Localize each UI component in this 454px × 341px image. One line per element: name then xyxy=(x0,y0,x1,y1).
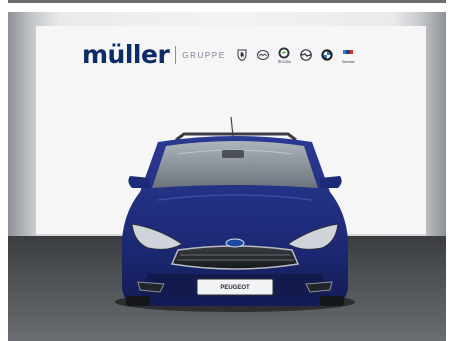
car-foglight-left xyxy=(137,281,165,293)
top-strip xyxy=(8,0,446,3)
car-foglight-right xyxy=(305,281,333,293)
car-tire-right xyxy=(320,296,344,306)
listing-image-frame: müller GRUPPE ŠKODA Service PEUGEOT xyxy=(0,0,454,341)
car-rearview-mirror xyxy=(222,150,244,158)
ford-oval-icon xyxy=(225,238,245,248)
car-mirror-left xyxy=(128,176,150,188)
car-mirror-right xyxy=(320,176,342,188)
car-windshield xyxy=(152,141,318,188)
license-plate-text: PEUGEOT xyxy=(220,285,250,291)
car-photo: müller GRUPPE ŠKODA Service PEUGEOT xyxy=(8,12,446,341)
car-grille xyxy=(170,245,300,270)
car-tire-left xyxy=(126,296,150,306)
car-front-view: PEUGEOT xyxy=(115,116,355,312)
